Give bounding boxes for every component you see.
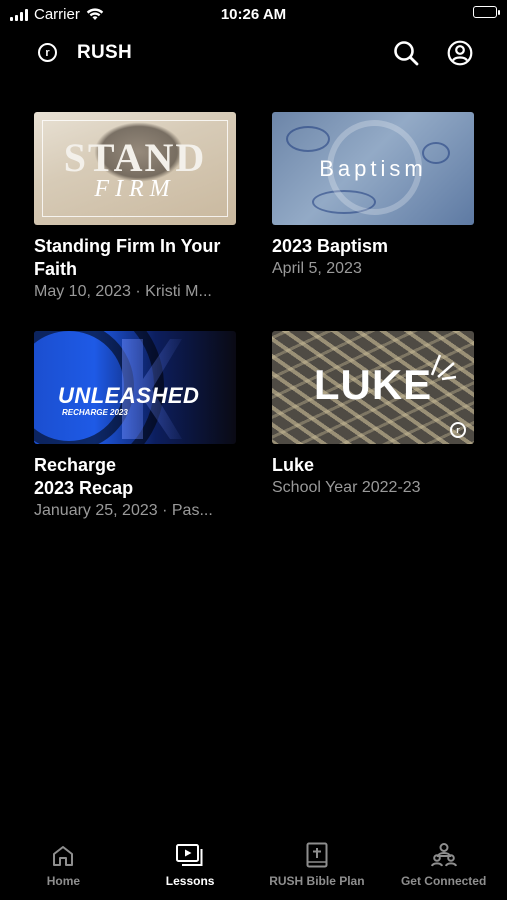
thumbnail-art-text: Baptism [319,156,427,181]
lesson-subtitle: May 10, 2023 · Kristi M... [34,283,212,300]
tab-home[interactable]: Home [0,844,127,900]
play-stack-icon [176,844,203,866]
tab-label: Lessons [165,874,215,888]
lesson-subtitle: January 25, 2023 · Pas... [34,502,213,519]
lesson-title: 2023 Baptism [272,236,389,256]
tab-rush-bible-plan[interactable]: RUSH Bible Plan [254,842,381,900]
lesson-title: Recharge 2023 Recap [34,455,134,498]
thumbnail-art-text: UNLEASHED [58,383,200,408]
lesson-title: Standing Firm In Your Faith [34,236,221,279]
lesson-thumbnail[interactable]: STAND FIRM [34,112,236,225]
lesson-card[interactable]: Baptism 2023 Baptism April 5, 2023 [272,112,476,280]
lesson-subtitle: School Year 2022-23 [272,479,421,496]
lesson-card[interactable]: LUKE r Luke School Year 2022-23 [272,331,476,499]
profile-button[interactable] [445,38,475,68]
tab-label: Get Connected [400,874,487,888]
lesson-thumbnail[interactable]: LUKE r [272,331,474,444]
search-button[interactable] [391,38,421,68]
home-icon [53,846,74,866]
bible-icon [306,842,328,868]
people-icon [430,843,457,867]
status-time: 10:26 AM [220,6,287,23]
tab-get-connected[interactable]: Get Connected [380,843,507,900]
lesson-subtitle: April 5, 2023 [272,260,362,277]
lesson-card[interactable]: STAND FIRM Standing Firm In Your Faith M… [34,112,238,303]
status-bar: Carrier 10:26 AM [0,0,507,28]
lesson-thumbnail[interactable]: Baptism [272,112,474,225]
tab-lessons[interactable]: Lessons [127,844,254,900]
thumbnail-art-text: STAND [63,135,207,180]
profile-icon [447,40,473,66]
tab-bar: Home Lessons RUSH Bible Plan Get Connect… [0,842,507,900]
app-title: RUSH [77,42,133,63]
app-header: r RUSH [0,32,507,74]
rush-logo-icon: r [38,43,57,62]
tab-label: Home [46,874,81,888]
tab-label: RUSH Bible Plan [269,874,365,888]
lesson-card[interactable]: UNLEASHED RECHARGE 2023 Recharge 2023 Re… [34,331,238,522]
thumbnail-art-text: RECHARGE 2023 [62,408,128,417]
thumbnail-art-text: LUKE [313,361,433,408]
lesson-title: Luke [272,455,315,475]
search-icon [394,41,419,66]
battery-icon [473,6,500,18]
thumbnail-art-text: FIRM [94,176,176,202]
lesson-thumbnail[interactable]: UNLEASHED RECHARGE 2023 [34,331,236,444]
rush-logo-icon: r [450,422,466,438]
